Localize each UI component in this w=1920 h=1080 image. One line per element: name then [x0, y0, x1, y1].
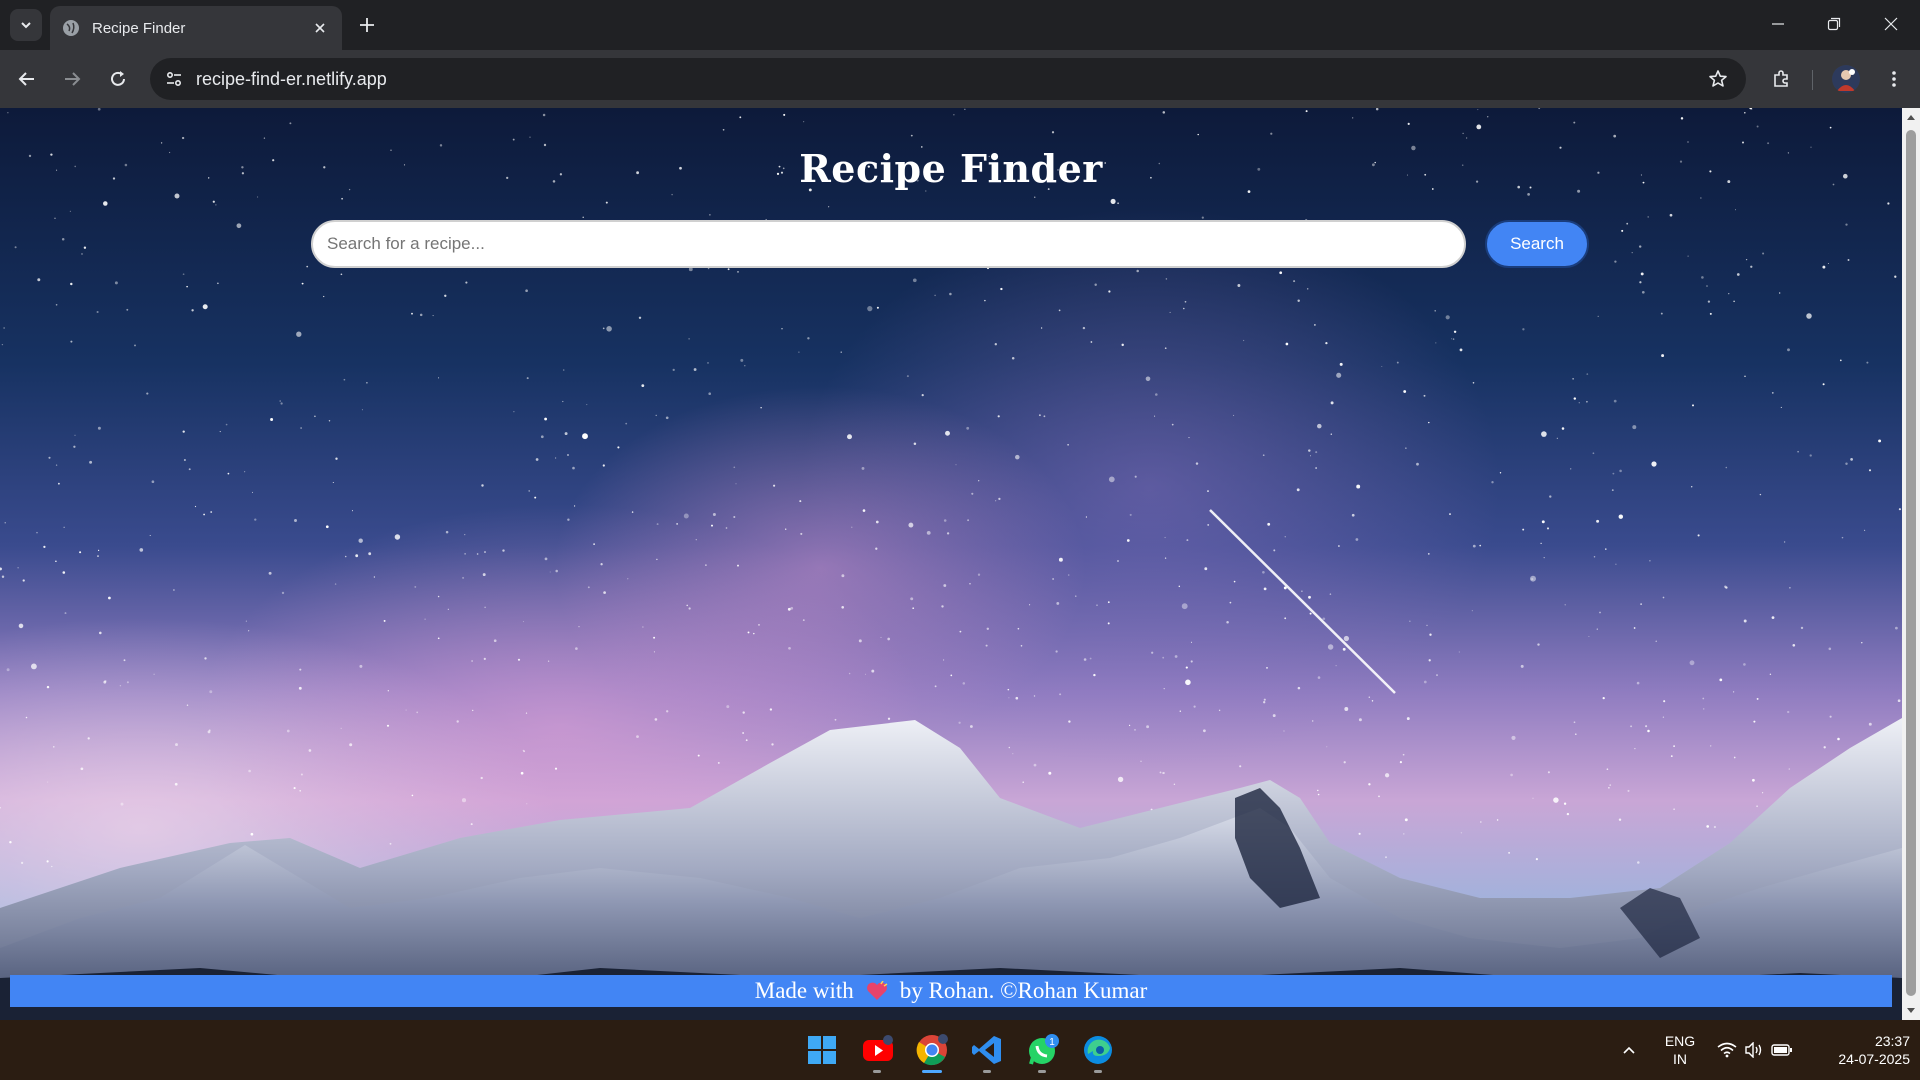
wifi-icon[interactable]	[1715, 1034, 1739, 1066]
taskbar: 1 ENG IN 23:37 24-07-2025	[0, 1020, 1920, 1080]
whatsapp-running-indicator	[1038, 1070, 1046, 1073]
close-icon[interactable]	[310, 18, 330, 38]
youtube-running-indicator	[873, 1070, 881, 1073]
search-input[interactable]	[311, 220, 1466, 268]
footer-suffix: by Rohan. ©Rohan Kumar	[899, 978, 1148, 1003]
battery-icon[interactable]	[1770, 1034, 1794, 1066]
globe-icon	[63, 20, 79, 36]
window-close-icon[interactable]	[1875, 10, 1907, 38]
clock-time: 23:37	[1874, 1033, 1910, 1049]
heart-icon	[864, 980, 890, 1002]
chrome-active-indicator	[922, 1070, 942, 1073]
language-indicator[interactable]: ENG IN	[1660, 1032, 1700, 1068]
scrollbar[interactable]	[1902, 108, 1920, 1020]
extensions-icon[interactable]	[1765, 63, 1797, 95]
chrome-icon[interactable]	[912, 1030, 952, 1070]
windows-start-icon[interactable]	[802, 1030, 842, 1070]
scroll-down-icon[interactable]	[1906, 1005, 1916, 1015]
volume-icon[interactable]	[1742, 1034, 1766, 1066]
scroll-up-icon[interactable]	[1906, 113, 1916, 123]
vscode-icon[interactable]	[967, 1030, 1007, 1070]
minimize-icon[interactable]	[1762, 10, 1794, 38]
clock[interactable]: 23:37 24-07-2025	[1810, 1032, 1910, 1068]
site-info-icon[interactable]	[160, 65, 188, 93]
footer-prefix: Made with	[754, 978, 854, 1003]
clock-date: 24-07-2025	[1838, 1051, 1910, 1067]
language-line2: IN	[1673, 1051, 1687, 1067]
restore-icon[interactable]	[1818, 10, 1850, 38]
new-tab-icon[interactable]	[354, 12, 380, 38]
address-bar[interactable]: recipe-find-er.netlify.app	[150, 58, 1746, 100]
whatsapp-badge: 1	[1049, 1037, 1055, 1048]
search-button[interactable]: Search	[1485, 220, 1589, 268]
tab-search-button[interactable]	[10, 9, 42, 41]
youtube-icon[interactable]	[858, 1030, 898, 1070]
toolbar-divider	[1812, 70, 1813, 90]
reload-icon[interactable]	[102, 63, 134, 95]
back-icon[interactable]	[11, 63, 43, 95]
edge-icon[interactable]	[1078, 1030, 1118, 1070]
tab-strip: Recipe Finder	[0, 0, 1920, 50]
url-text[interactable]: recipe-find-er.netlify.app	[196, 69, 1704, 90]
edge-running-indicator	[1094, 1070, 1102, 1073]
browser-toolbar: recipe-find-er.netlify.app	[0, 50, 1920, 108]
chevron-down-icon	[21, 22, 31, 29]
scroll-thumb[interactable]	[1906, 130, 1916, 996]
whatsapp-icon[interactable]: 1	[1023, 1030, 1063, 1070]
tab-recipe-finder[interactable]: Recipe Finder	[50, 6, 342, 50]
chevron-up-icon[interactable]	[1613, 1034, 1645, 1066]
bookmark-star-icon[interactable]	[1704, 65, 1732, 93]
page-title: Recipe Finder	[799, 146, 1103, 191]
menu-icon[interactable]	[1878, 63, 1910, 95]
footer: Made with by Rohan. ©Rohan Kumar	[10, 975, 1892, 1007]
profile-avatar[interactable]	[1832, 65, 1860, 93]
language-line1: ENG	[1664, 1033, 1696, 1049]
page-viewport: Recipe Finder Search Made with by Rohan.…	[0, 108, 1902, 1020]
forward-icon[interactable]	[56, 63, 88, 95]
tab-title: Recipe Finder	[92, 19, 186, 37]
vscode-running-indicator	[983, 1070, 991, 1073]
